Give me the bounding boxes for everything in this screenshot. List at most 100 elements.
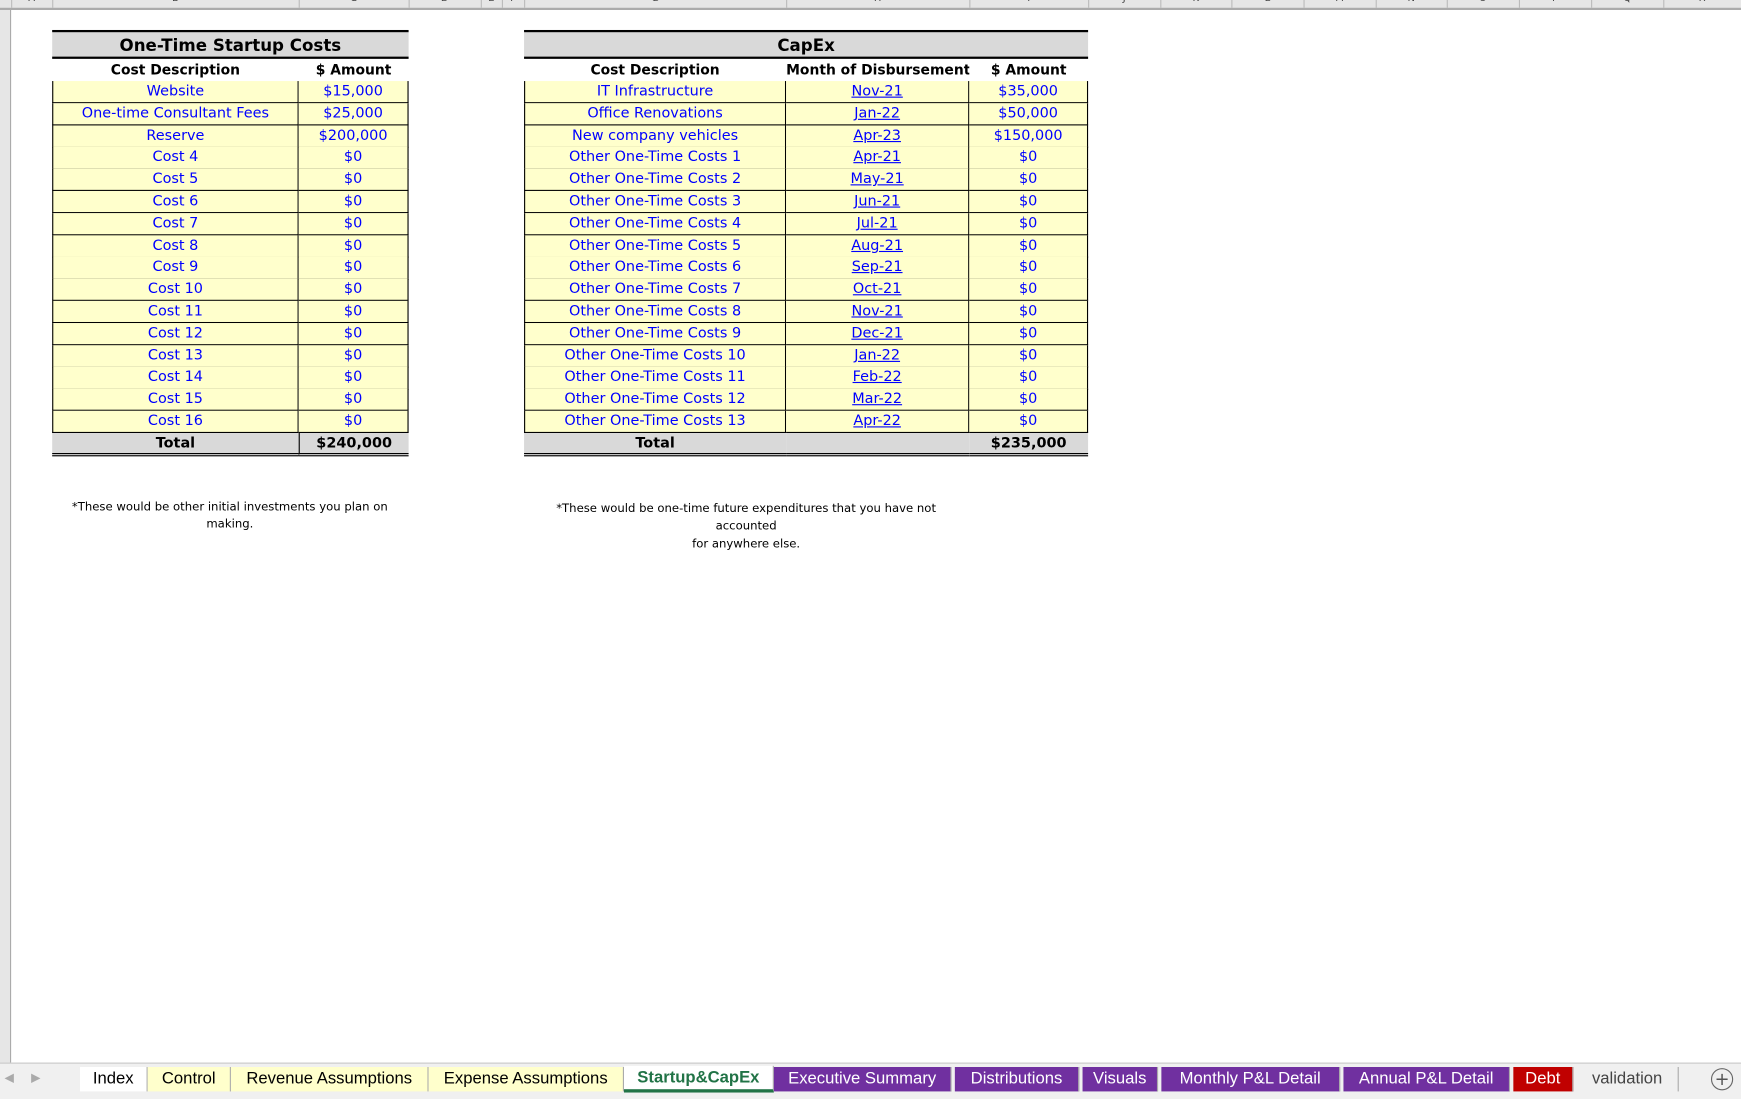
table-cell[interactable]: Cost 15 [52, 388, 299, 412]
column-letter[interactable]: A [0, 0, 65, 4]
table-cell[interactable]: Reserve [52, 125, 299, 148]
sheet-tab[interactable]: Expense Assumptions [428, 1066, 624, 1092]
table-cell[interactable]: Oct-21 [786, 278, 970, 302]
table-cell[interactable]: Other One-Time Costs 13 [524, 410, 787, 434]
sheet-tab[interactable]: Index [79, 1066, 148, 1092]
table-cell[interactable]: IT Infrastructure [524, 81, 787, 104]
table-cell[interactable]: Jan-22 [786, 103, 970, 126]
table-cell[interactable]: Jun-21 [786, 190, 970, 214]
column-letter[interactable]: N [1378, 0, 1445, 4]
plus-circle-icon[interactable]: + [1710, 1068, 1734, 1091]
table-cell[interactable]: Cost 4 [52, 146, 299, 170]
sheet-tab[interactable]: Annual P&L Detail [1343, 1066, 1511, 1092]
table-cell[interactable]: Other One-Time Costs 2 [524, 168, 787, 192]
table-cell[interactable]: $0 [298, 168, 409, 192]
scroll-left-icon[interactable]: ◀ [4, 1070, 13, 1084]
table-cell[interactable]: Other One-Time Costs 7 [524, 278, 787, 302]
table-cell[interactable]: Apr-21 [786, 146, 970, 170]
table-cell[interactable]: May-21 [786, 168, 970, 192]
table-cell[interactable]: Cost 6 [52, 190, 299, 214]
column-letter[interactable]: G [622, 0, 689, 4]
table-cell[interactable]: Other One-Time Costs 4 [524, 212, 787, 236]
table-cell[interactable]: Cost 9 [52, 256, 299, 280]
sheet-tab[interactable]: Distributions [954, 1066, 1080, 1092]
table-cell[interactable]: Other One-Time Costs 3 [524, 190, 787, 214]
column-letter[interactable]: O [1449, 0, 1516, 4]
table-cell[interactable]: $0 [969, 410, 1089, 434]
table-cell[interactable]: $0 [969, 388, 1089, 412]
table-cell[interactable]: $0 [298, 146, 409, 170]
column-letter[interactable]: C [320, 0, 387, 4]
table-cell[interactable]: $35,000 [969, 81, 1089, 104]
table-cell[interactable]: Cost 11 [52, 300, 299, 324]
table-cell[interactable]: Cost 8 [52, 234, 299, 258]
column-letter[interactable]: P [1522, 0, 1589, 4]
column-letter[interactable]: B [142, 0, 209, 4]
table-cell[interactable]: Nov-21 [786, 300, 970, 324]
sheet-tab[interactable]: validation [1576, 1066, 1679, 1092]
table-cell[interactable]: $0 [298, 190, 409, 214]
table-cell[interactable]: $0 [298, 388, 409, 412]
table-cell[interactable]: New company vehicles [524, 125, 787, 148]
table-cell[interactable]: $200,000 [298, 125, 409, 148]
table-cell[interactable]: Mar-22 [786, 388, 970, 412]
sheet-tab[interactable]: Visuals [1082, 1066, 1159, 1092]
sheet-tab[interactable]: Startup&CapEx [623, 1065, 774, 1093]
sheet-tab[interactable]: Revenue Assumptions [230, 1066, 429, 1092]
table-cell[interactable]: Other One-Time Costs 5 [524, 234, 787, 258]
table-cell[interactable]: $0 [298, 212, 409, 236]
table-cell[interactable]: Other One-Time Costs 8 [524, 300, 787, 324]
table-cell[interactable]: $0 [969, 256, 1089, 280]
table-cell[interactable]: Jan-22 [786, 344, 970, 368]
table-cell[interactable]: $0 [969, 212, 1089, 236]
table-cell[interactable]: $50,000 [969, 103, 1089, 126]
table-cell[interactable]: $0 [298, 344, 409, 368]
table-cell[interactable]: $0 [969, 234, 1089, 258]
table-cell[interactable]: $0 [969, 168, 1089, 192]
sheet-tab[interactable]: Control [147, 1066, 231, 1092]
table-cell[interactable]: $150,000 [969, 125, 1089, 148]
table-cell[interactable]: $25,000 [298, 103, 409, 126]
table-cell[interactable]: Cost 14 [52, 366, 299, 390]
table-cell[interactable]: Cost 13 [52, 344, 299, 368]
table-cell[interactable]: Other One-Time Costs 11 [524, 366, 787, 390]
table-cell[interactable]: Website [52, 81, 299, 104]
table-cell[interactable]: Cost 7 [52, 212, 299, 236]
column-letter[interactable]: J [1091, 0, 1158, 4]
column-letter[interactable]: Q [1594, 0, 1661, 4]
table-cell[interactable]: Other One-Time Costs 1 [524, 146, 787, 170]
scroll-right-icon[interactable]: ▶ [31, 1070, 40, 1084]
column-letter[interactable]: F [480, 0, 547, 4]
table-cell[interactable]: $0 [298, 366, 409, 390]
table-cell[interactable]: $0 [298, 234, 409, 258]
sheet-tab[interactable]: Monthly P&L Detail [1161, 1066, 1341, 1092]
table-cell[interactable]: Cost 12 [52, 322, 299, 346]
table-cell[interactable]: Apr-23 [786, 125, 970, 148]
table-cell[interactable]: Other One-Time Costs 6 [524, 256, 787, 280]
table-cell[interactable]: $0 [298, 410, 409, 434]
column-letter[interactable]: I [995, 0, 1062, 4]
table-cell[interactable]: Cost 5 [52, 168, 299, 192]
table-cell[interactable]: $0 [298, 278, 409, 302]
table-cell[interactable]: $0 [969, 322, 1089, 346]
table-cell[interactable]: $0 [969, 278, 1089, 302]
table-cell[interactable]: Feb-22 [786, 366, 970, 390]
table-cell[interactable]: Other One-Time Costs 10 [524, 344, 787, 368]
sheet-tab[interactable]: Executive Summary [773, 1066, 952, 1092]
column-letter[interactable]: R [1669, 0, 1736, 4]
table-cell[interactable]: $0 [969, 190, 1089, 214]
table-cell[interactable]: Aug-21 [786, 234, 970, 258]
table-cell[interactable]: $15,000 [298, 81, 409, 104]
table-cell[interactable]: Dec-21 [786, 322, 970, 346]
table-cell[interactable]: One-time Consultant Fees [52, 103, 299, 126]
table-cell[interactable]: Office Renovations [524, 103, 787, 126]
table-cell[interactable]: $0 [969, 366, 1089, 390]
table-cell[interactable]: $0 [969, 146, 1089, 170]
column-letter[interactable]: H [844, 0, 911, 4]
column-letter[interactable]: L [1234, 0, 1301, 4]
table-cell[interactable]: Sep-21 [786, 256, 970, 280]
column-letter[interactable]: K [1162, 0, 1229, 4]
table-cell[interactable]: Apr-22 [786, 410, 970, 434]
table-cell[interactable]: $0 [298, 322, 409, 346]
table-cell[interactable]: $0 [969, 300, 1089, 324]
